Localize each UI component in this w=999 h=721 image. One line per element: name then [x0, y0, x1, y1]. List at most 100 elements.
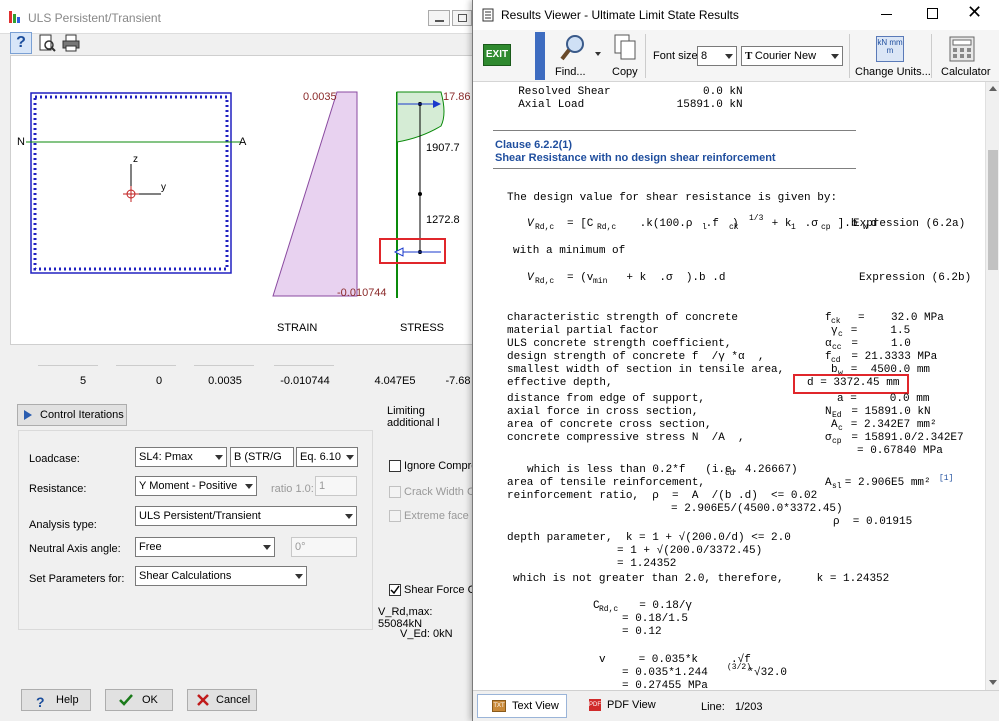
font-name-select[interactable]: T Courier New — [741, 46, 843, 66]
font-icon: T — [745, 50, 755, 62]
control-iterations-button[interactable]: Control Iterations — [17, 404, 127, 426]
ignore-compression-checkbox[interactable] — [389, 460, 401, 472]
compressive-stress-label: concrete compressive stress N /A , — [507, 432, 745, 444]
dialog-titlebar[interactable]: ULS Persistent/Transient — [0, 0, 474, 34]
equation-select[interactable]: Eq. 6.10 — [296, 447, 358, 467]
y-axis-label: y — [161, 182, 166, 193]
results-text-area[interactable]: Resolved Shear 0.0 kN Axial Load 15891.0… — [481, 82, 986, 690]
group-divider — [372, 430, 373, 630]
ok-button[interactable]: OK — [105, 689, 173, 711]
maximize-button[interactable] — [452, 10, 472, 26]
shear-force-checkbox[interactable] — [389, 584, 401, 596]
copy-button[interactable]: Copy — [612, 66, 638, 78]
stress-caption: STRESS — [400, 322, 445, 334]
smallest-width-label: smallest width of section in tensile are… — [507, 364, 785, 376]
partial-factor-label: material partial factor — [507, 325, 659, 337]
crdc-result: = 0.12 — [622, 626, 662, 638]
help-icon: ? — [36, 694, 45, 710]
ignore-compression-label: Ignore Compre — [404, 460, 478, 472]
vrdc-rho-subscript: l — [702, 223, 707, 232]
magnifier-icon[interactable] — [559, 32, 589, 65]
support-distance-label: distance from edge of support, — [507, 393, 706, 405]
vrdc-sigma-subscript: cp — [821, 223, 831, 232]
vmin-calc-substitution: = 0.035*1.244 *√32.0 — [622, 667, 788, 679]
chevron-down-icon[interactable] — [595, 52, 601, 56]
uls-coefficient-label: ULS concrete strength coefficient, — [507, 338, 732, 350]
crdc-subscript: Rd,c — [599, 605, 619, 614]
vrdc-subscript: Rd,c — [535, 223, 555, 232]
change-units-button[interactable]: Change Units... — [855, 66, 931, 78]
ratio-input[interactable]: 1 — [315, 476, 357, 496]
clause-subheading: Shear Resistance with no design shear re… — [495, 152, 776, 164]
help-button[interactable]: ? Help — [21, 689, 91, 711]
preview-icon[interactable] — [36, 32, 58, 54]
vrdc-k1-subscript: 1 — [791, 223, 796, 232]
loadcase-label: Loadcase: — [29, 453, 80, 465]
stress-highlight-box — [379, 238, 446, 264]
find-button[interactable]: Find... — [555, 66, 586, 78]
calculator-icon[interactable] — [949, 36, 975, 65]
help-icon[interactable]: ? — [10, 32, 32, 54]
uls-dialog-window: ULS Persistent/Transient ? N A z y 0.003… — [0, 0, 482, 721]
effective-depth-highlight — [793, 374, 909, 394]
results-titlebar[interactable]: Results Viewer - Ultimate Limit State Re… — [473, 0, 999, 30]
pdf-view-tab[interactable]: PDF PDF View — [583, 694, 673, 718]
crack-width-checkbox[interactable] — [389, 486, 401, 498]
font-size-select[interactable]: 8 — [697, 46, 737, 66]
neutral-axis-select[interactable]: Free — [135, 537, 275, 557]
copy-icon[interactable] — [613, 34, 637, 65]
calculator-button[interactable]: Calculator — [941, 66, 991, 78]
vmin-calc-result: = 0.27455 MPa — [622, 680, 708, 690]
units-icon[interactable]: kN mm m — [876, 36, 904, 62]
scroll-up-icon[interactable] — [989, 86, 997, 91]
axial-load-line: Axial Load 15891.0 kN — [505, 99, 743, 111]
maximize-button[interactable] — [927, 8, 938, 19]
value-cell: -0.010744 — [280, 375, 330, 387]
close-button[interactable]: ✕ — [967, 2, 982, 23]
scrollbar-thumb[interactable] — [988, 150, 998, 270]
vmin-vrdc-subscript: Rd,c — [535, 277, 555, 286]
exit-button[interactable]: EXIT — [483, 44, 511, 66]
scroll-down-icon[interactable] — [989, 680, 997, 685]
toolbar-gripper[interactable] — [535, 32, 545, 80]
loadcase-select[interactable]: SL4: Pmax — [135, 447, 227, 467]
load-combination-select[interactable]: B (STR/G — [230, 447, 294, 467]
effective-depth-label: effective depth, — [507, 377, 613, 389]
vmin-symbol: V — [527, 272, 534, 284]
extreme-face-checkbox[interactable] — [389, 510, 401, 522]
design-strength-label: design strength of concrete f /γ *α , — [507, 351, 765, 363]
print-icon[interactable] — [60, 32, 82, 54]
vrd-max-value: V_Rd,max: 55084kN — [378, 606, 433, 630]
close-icon — [196, 693, 210, 714]
analysis-type-select[interactable]: ULS Persistent/Transient — [135, 506, 357, 526]
vrdc-crdc-subscript: Rd,c — [597, 223, 617, 232]
resistance-select[interactable]: Y Moment - Positive — [135, 476, 257, 496]
results-statusbar: TXT Text View PDF PDF View Line: 1/203 — [473, 690, 999, 721]
results-toolbar: EXIT Find... Copy Font size 8 T Courier … — [473, 30, 999, 82]
vmin-min-subscript: min — [593, 277, 608, 286]
crack-width-label: Crack Width Ca — [404, 486, 482, 498]
force-2-value: 1272.8 — [426, 214, 460, 226]
results-title: Results Viewer - Ultimate Limit State Re… — [501, 8, 739, 22]
text-view-tab[interactable]: TXT Text View — [477, 694, 567, 718]
reinf-ratio-formula: reinforcement ratio, ρ = A /(b .d) <= 0.… — [507, 490, 818, 502]
minimize-button[interactable] — [428, 10, 450, 26]
set-params-select[interactable]: Shear Calculations — [135, 566, 307, 586]
depth-param-substitution: = 1 + √(200.0/3372.45) — [617, 545, 763, 557]
analysis-type-label: Analysis type: — [29, 519, 97, 531]
app-icon — [8, 10, 22, 24]
minimize-button[interactable] — [881, 14, 892, 15]
limiting-additional-label: Limiting additional l — [387, 405, 440, 429]
expression-62a: Expression (6.2a) — [853, 218, 966, 230]
compressive-stress-value: σ = 15891.0/2.342E7 — [825, 432, 964, 444]
vmin-formula: = (v + k .σ ).b .d — [567, 272, 726, 284]
results-viewer-window: Results Viewer - Ultimate Limit State Re… — [472, 0, 999, 721]
reinf-ratio-result: ρ = 0.01915 — [833, 516, 913, 528]
less-than-fcd-subscript: cd — [725, 469, 735, 478]
extreme-face-label: Extreme face o — [404, 510, 478, 522]
cancel-button[interactable]: Cancel — [187, 689, 257, 711]
neutral-axis-angle-input[interactable]: 0° — [291, 537, 357, 557]
stress-top-value: 17.86 — [443, 91, 471, 103]
force-1-value: 1907.7 — [426, 142, 460, 154]
vertical-scrollbar[interactable] — [985, 82, 999, 690]
